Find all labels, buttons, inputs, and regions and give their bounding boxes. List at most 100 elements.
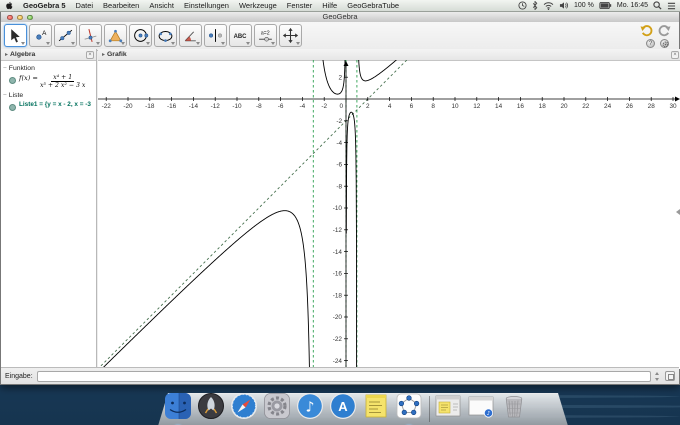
tool-ellipse-button[interactable] — [154, 24, 177, 47]
menu-app-name[interactable]: GeoGebra 5 — [18, 0, 71, 11]
tool-dropdown-arrow-icon[interactable] — [21, 42, 25, 45]
tool-move-button[interactable] — [4, 24, 27, 47]
undo-button[interactable] — [640, 25, 653, 37]
notification-center-icon[interactable] — [667, 2, 676, 10]
settings-gear-button[interactable] — [660, 39, 669, 48]
y-tick-label: -12 — [333, 227, 343, 234]
algebra-group-funktion[interactable]: − Funktion — [3, 65, 96, 72]
algebra-item-function[interactable]: f(x) = x⁴ + 1 x³ + 2 x² − 3 x — [9, 74, 96, 90]
spotlight-icon[interactable] — [653, 1, 662, 10]
collapse-icon[interactable]: − — [3, 65, 7, 72]
menu-item-einstellungen[interactable]: Einstellungen — [179, 0, 234, 11]
dock-item-itunes[interactable]: ♪ — [296, 392, 324, 420]
time-machine-icon[interactable] — [518, 1, 527, 10]
dock-item-app-store[interactable]: A — [329, 392, 357, 420]
algebra-group-liste[interactable]: − Liste — [3, 92, 96, 99]
x-tick-label: 10 — [451, 103, 459, 110]
input-history-spinner[interactable] — [655, 371, 660, 381]
close-algebra-panel-button[interactable]: × — [86, 50, 94, 59]
input-help-button[interactable] — [665, 371, 675, 381]
x-tick-label: -22 — [102, 103, 112, 110]
y-axis-arrow-icon — [343, 61, 349, 66]
dock-item-geogebra[interactable] — [395, 392, 423, 420]
volume-icon[interactable] — [559, 1, 569, 10]
input-label: Eingabe: — [5, 372, 33, 380]
menu-item-ansicht[interactable]: Ansicht — [144, 0, 179, 11]
panel-disclosure-icon[interactable]: ▸ — [5, 50, 8, 61]
menu-item-hilfe[interactable]: Hilfe — [317, 0, 342, 11]
algebra-panel-header[interactable]: ▸ Algebra × — [1, 49, 96, 61]
menu-item-datei[interactable]: Datei — [71, 0, 99, 11]
x-tick-label: -18 — [145, 103, 155, 110]
apple-menu[interactable] — [0, 1, 18, 10]
apple-icon — [6, 1, 13, 10]
tool-dropdown-arrow-icon[interactable] — [71, 42, 75, 45]
group-label: Funktion — [8, 65, 35, 72]
tool-point-button[interactable]: A — [29, 24, 52, 47]
collapse-icon[interactable]: − — [3, 92, 7, 99]
command-input[interactable] — [36, 370, 651, 382]
tool-polygon-button[interactable] — [104, 24, 127, 47]
tool-reflect-about-line-button[interactable] — [204, 24, 227, 47]
dock-item-finder[interactable] — [164, 392, 192, 420]
redo-button[interactable] — [658, 25, 671, 37]
menu-clock[interactable]: Mo. 16:45 — [617, 2, 648, 9]
minimized-window-stickies-icon — [435, 395, 461, 417]
svg-text:A: A — [42, 30, 47, 37]
help-button[interactable]: ? — [646, 39, 655, 48]
dock-item-minimized-window-stickies[interactable] — [434, 392, 462, 420]
y-tick-label: -10 — [333, 205, 343, 212]
tool-angle-button[interactable] — [179, 24, 202, 47]
tool-text-button[interactable]: ABC — [229, 24, 252, 47]
origin-label: 0 — [339, 103, 343, 110]
tool-perpendicular-line-button[interactable] — [79, 24, 102, 47]
geogebra-window: GeoGebra A ABC a=2 ? ▸ Algebra × − Funkt… — [0, 11, 680, 385]
tool-dropdown-arrow-icon[interactable] — [146, 42, 150, 45]
tool-circle-with-center-button[interactable] — [129, 24, 152, 47]
tool-line-button[interactable] — [54, 24, 77, 47]
panel-splitter-arrow-icon[interactable] — [676, 209, 680, 215]
svg-text:A: A — [338, 399, 348, 414]
dock-item-safari[interactable] — [230, 392, 258, 420]
battery-percent: 100 % — [574, 2, 594, 9]
function-fraction: x⁴ + 1 x³ + 2 x² − 3 x — [40, 74, 85, 90]
tool-slider-button[interactable]: a=2 — [254, 24, 277, 47]
x-tick-label: 12 — [473, 103, 481, 110]
menu-item-werkzeuge[interactable]: Werkzeuge — [234, 0, 282, 11]
tool-dropdown-arrow-icon[interactable] — [96, 42, 100, 45]
tool-dropdown-arrow-icon[interactable] — [46, 42, 50, 45]
dock-item-launchpad[interactable] — [197, 392, 225, 420]
dock-item-minimized-window-document[interactable]: ♪ — [467, 392, 495, 420]
dock-item-trash[interactable] — [500, 392, 528, 420]
tool-dropdown-arrow-icon[interactable] — [271, 42, 275, 45]
tool-dropdown-arrow-icon[interactable] — [296, 42, 300, 45]
fraction-numerator: x⁴ + 1 — [51, 74, 75, 82]
tool-dropdown-arrow-icon[interactable] — [221, 42, 225, 45]
tool-dropdown-arrow-icon[interactable] — [196, 42, 200, 45]
svg-text:♪: ♪ — [306, 400, 315, 416]
tool-dropdown-arrow-icon[interactable] — [171, 42, 175, 45]
dock-separator — [429, 396, 430, 422]
x-tick-label: 24 — [604, 103, 612, 110]
function-lhs: f(x) = — [19, 74, 38, 82]
y-tick-label: -4 — [336, 140, 342, 147]
wifi-icon[interactable] — [543, 1, 554, 10]
graphics-view[interactable]: -22 -20 -18 -16 -14 -12 -10 -8 -6 -4 -2 2 4 6 8 10 12 14 1… — [98, 60, 680, 369]
tool-move-graphics-view-button[interactable] — [279, 24, 302, 47]
visibility-marble-icon[interactable] — [9, 103, 16, 111]
bluetooth-icon[interactable] — [532, 1, 538, 10]
tool-dropdown-arrow-icon[interactable] — [246, 42, 250, 45]
itunes-icon: ♪ — [297, 393, 323, 419]
y-tick-label: 2 — [338, 74, 342, 81]
x-tick-label: -14 — [189, 103, 199, 110]
dock-item-stickies[interactable] — [362, 392, 390, 420]
menu-item-fenster[interactable]: Fenster — [282, 0, 317, 11]
tool-dropdown-arrow-icon[interactable] — [121, 42, 125, 45]
menu-item-geogebratube[interactable]: GeoGebraTube — [342, 0, 404, 11]
algebra-item-liste1[interactable]: Liste1 = {y = x - 2, x = -3 — [9, 101, 96, 111]
visibility-marble-icon[interactable] — [9, 77, 16, 84]
dock-item-system-preferences[interactable] — [263, 392, 291, 420]
y-tick-label: -24 — [333, 358, 343, 365]
close-graphics-panel-button[interactable]: × — [671, 50, 679, 59]
menu-item-bearbeiten[interactable]: Bearbeiten — [98, 0, 144, 11]
